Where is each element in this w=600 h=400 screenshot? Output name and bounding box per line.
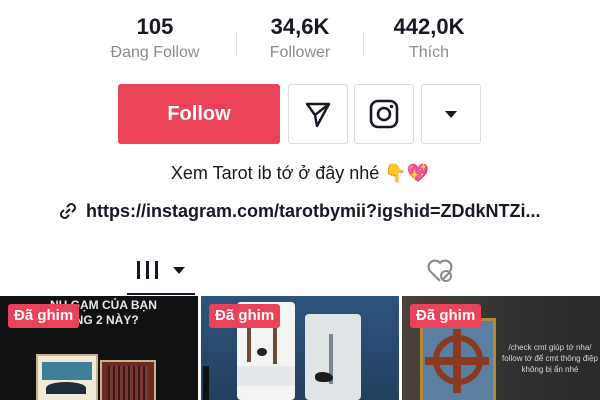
send-icon (305, 102, 331, 128)
tab-videos[interactable] (127, 252, 195, 288)
instagram-button[interactable] (354, 84, 414, 144)
tarot-card-image (420, 318, 496, 400)
more-options-button[interactable] (421, 84, 481, 144)
tab-active-indicator (127, 293, 195, 295)
caret-down-icon (445, 111, 457, 118)
followers-stat[interactable]: 34,6K Follower (225, 12, 375, 64)
instagram-icon (369, 99, 399, 129)
liked-hidden-icon (427, 259, 453, 282)
grid-icon (137, 261, 158, 279)
likes-stat: 442,0K Thích (354, 12, 504, 64)
video-thumbnail[interactable]: Đã ghim (201, 296, 399, 400)
following-label: Đang Follow (110, 44, 200, 61)
profile-link[interactable]: https://instagram.com/tarotbymii?igshid=… (58, 198, 541, 224)
profile-link-text[interactable]: https://instagram.com/tarotbymii?igshid=… (86, 201, 541, 222)
caret-down-icon (173, 267, 185, 274)
send-message-button[interactable] (288, 84, 348, 144)
follow-button[interactable]: Follow (118, 84, 280, 144)
tarot-card-image (305, 314, 361, 400)
tab-liked[interactable] (420, 252, 460, 288)
following-stat[interactable]: 105 Đang Follow (80, 12, 230, 64)
profile-stats: 105 Đang Follow 34,6K Follower 442,0K Th… (0, 12, 600, 68)
likes-label: Thích (408, 44, 449, 61)
followers-count: 34,6K (270, 14, 330, 39)
following-count: 105 (136, 14, 174, 39)
link-icon (59, 202, 77, 220)
profile-bio: Xem Tarot ib tớ ở đây nhé 👇💖 (170, 163, 430, 183)
video-thumbnail[interactable]: NH GẠM CỦA BẠN THÁNG 2 NÀY? Đã ghim (0, 296, 198, 400)
video-thumbnail[interactable]: /check cmt giúp tớ nha/ follow tớ để cmt… (402, 296, 600, 400)
pinned-badge: Đã ghim (410, 304, 482, 328)
pinned-badge: Đã ghim (8, 304, 80, 328)
tarot-card-image (36, 354, 98, 400)
thumbnail-caption: /check cmt giúp tớ nha/ follow tớ để cmt… (502, 343, 598, 374)
tarot-card-image (100, 360, 156, 400)
pinned-badge: Đã ghim (209, 304, 281, 328)
likes-count: 442,0K (393, 14, 465, 39)
followers-label: Follower (269, 44, 331, 61)
profile-tabs (0, 244, 600, 295)
